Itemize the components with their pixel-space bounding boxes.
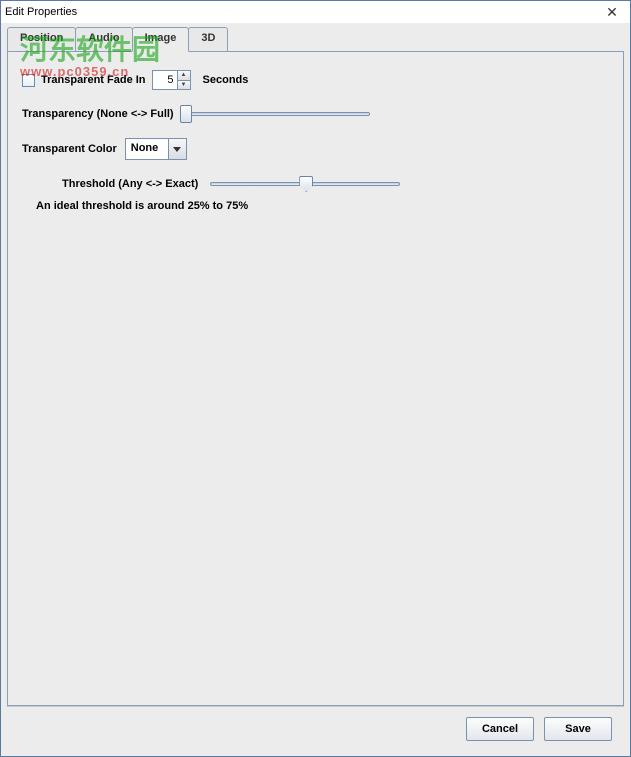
cancel-button[interactable]: Cancel <box>466 717 534 741</box>
transparency-thumb[interactable] <box>180 105 192 123</box>
fade-in-label: Transparent Fade In <box>41 74 146 86</box>
dialog-footer: Cancel Save <box>7 706 624 750</box>
threshold-thumb[interactable] <box>299 176 313 192</box>
transparent-color-row: Transparent Color None <box>22 138 609 160</box>
tab-audio[interactable]: Audio <box>75 27 132 51</box>
transparent-color-value: None <box>125 138 169 160</box>
tab-3d[interactable]: 3D <box>188 27 228 51</box>
transparent-color-select[interactable]: None <box>125 138 187 160</box>
threshold-note: An ideal threshold is around 25% to 75% <box>36 200 609 212</box>
transparent-color-label: Transparent Color <box>22 143 117 155</box>
threshold-row: Threshold (Any <-> Exact) <box>62 178 609 190</box>
threshold-slider[interactable] <box>210 182 400 186</box>
transparency-slider[interactable] <box>180 112 370 116</box>
spinner-up-icon[interactable]: ▲ <box>177 70 191 80</box>
tab-image[interactable]: Image <box>132 27 190 52</box>
fade-in-seconds-input[interactable] <box>152 70 178 90</box>
transparency-row: Transparency (None <-> Full) <box>22 108 609 120</box>
seconds-label: Seconds <box>203 74 249 86</box>
window-title: Edit Properties <box>5 6 598 18</box>
tab-panel-image: Transparent Fade In ▲ ▼ Seconds Transpar… <box>7 51 624 706</box>
close-icon[interactable]: ✕ <box>598 2 626 22</box>
chevron-down-icon[interactable] <box>169 138 187 160</box>
save-button[interactable]: Save <box>544 717 612 741</box>
content: 河东软件园 www.pc0359.cn Position Audio Image… <box>1 23 630 756</box>
threshold-label: Threshold (Any <-> Exact) <box>62 178 198 190</box>
tab-position[interactable]: Position <box>7 27 76 51</box>
tab-bar: Position Audio Image 3D <box>7 27 624 51</box>
fade-in-checkbox[interactable] <box>22 74 35 87</box>
fade-in-row: Transparent Fade In ▲ ▼ Seconds <box>22 70 609 90</box>
spinner-down-icon[interactable]: ▼ <box>177 80 191 91</box>
titlebar: Edit Properties ✕ <box>1 1 630 23</box>
dialog-window: Edit Properties ✕ 河东软件园 www.pc0359.cn Po… <box>0 0 631 757</box>
fade-in-spinner: ▲ ▼ <box>177 70 191 90</box>
transparency-label: Transparency (None <-> Full) <box>22 108 174 120</box>
